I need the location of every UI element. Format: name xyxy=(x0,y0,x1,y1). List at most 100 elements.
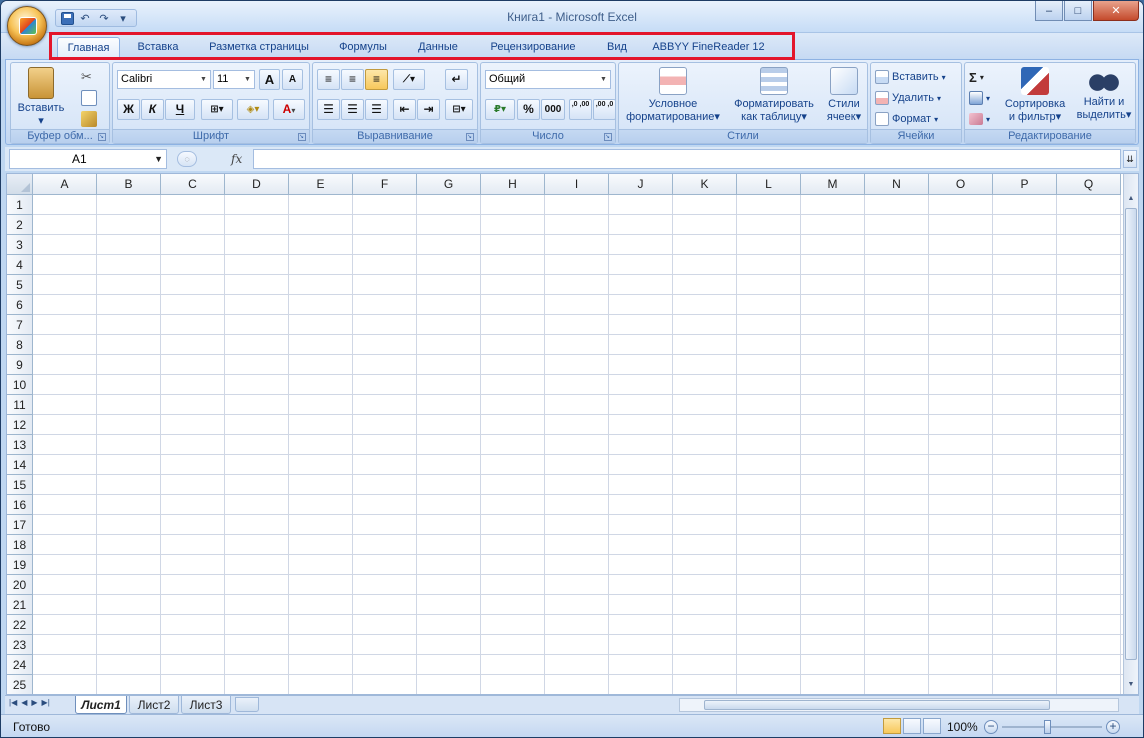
name-box[interactable]: A1 ▼ xyxy=(9,149,167,169)
first-sheet-icon[interactable]: |◀ xyxy=(9,698,17,707)
column-header[interactable]: D xyxy=(225,174,289,195)
column-header[interactable]: E xyxy=(289,174,353,195)
fill-button[interactable]: ▾ xyxy=(969,88,990,108)
row-header[interactable]: 22 xyxy=(7,615,33,635)
row-header[interactable]: 5 xyxy=(7,275,33,295)
row-header[interactable]: 14 xyxy=(7,455,33,475)
find-select-button[interactable]: Найти и выделить▾ xyxy=(1073,67,1135,122)
row-header[interactable]: 21 xyxy=(7,595,33,615)
row-header[interactable]: 3 xyxy=(7,235,33,255)
conditional-formatting-button[interactable]: Условное форматирование▾ xyxy=(621,67,725,124)
column-header[interactable]: B xyxy=(97,174,161,195)
column-header[interactable]: A xyxy=(33,174,97,195)
column-header[interactable]: H xyxy=(481,174,545,195)
italic-button[interactable]: К xyxy=(141,99,164,120)
format-cells-button[interactable]: Формат ▾ xyxy=(875,109,938,129)
fill-color-button[interactable]: ◈▾ xyxy=(237,99,269,120)
paste-button[interactable]: Вставить ▾ xyxy=(17,67,65,128)
decrease-decimal-button[interactable]: ,00 ,0 xyxy=(593,99,616,120)
number-launcher-icon[interactable]: ↘ xyxy=(604,133,612,141)
row-header[interactable]: 11 xyxy=(7,395,33,415)
insert-function-button[interactable]: fx xyxy=(231,152,242,166)
row-header[interactable]: 16 xyxy=(7,495,33,515)
scroll-down-icon[interactable]: ▼ xyxy=(1125,678,1137,692)
scroll-up-icon[interactable]: ▲ xyxy=(1125,192,1137,206)
row-header[interactable]: 20 xyxy=(7,575,33,595)
wrap-text-button[interactable]: ↵ xyxy=(445,69,468,90)
next-sheet-icon[interactable]: ▶ xyxy=(31,698,37,707)
page-layout-view-icon[interactable] xyxy=(903,718,921,734)
row-header[interactable]: 8 xyxy=(7,335,33,355)
column-header[interactable]: C xyxy=(161,174,225,195)
increase-decimal-button[interactable]: ,0 ,00 xyxy=(569,99,592,120)
column-header[interactable]: K xyxy=(673,174,737,195)
minimize-button[interactable]: – xyxy=(1035,1,1063,21)
page-break-view-icon[interactable] xyxy=(923,718,941,734)
borders-button[interactable]: ⊞▾ xyxy=(201,99,233,120)
cut-button[interactable]: ✂ xyxy=(81,67,97,87)
column-header[interactable]: L xyxy=(737,174,801,195)
row-header[interactable]: 13 xyxy=(7,435,33,455)
column-header[interactable]: F xyxy=(353,174,417,195)
vertical-scroll-thumb[interactable] xyxy=(1125,208,1137,660)
zoom-in-icon[interactable]: + xyxy=(1106,720,1120,734)
row-header[interactable]: 1 xyxy=(7,195,33,215)
sort-filter-button[interactable]: Сортировка и фильтр▾ xyxy=(999,67,1071,124)
thousands-button[interactable]: 000 xyxy=(541,99,565,120)
row-header[interactable]: 9 xyxy=(7,355,33,375)
row-header[interactable]: 12 xyxy=(7,415,33,435)
number-format-select[interactable]: Общий ▼ xyxy=(485,70,611,89)
row-header[interactable]: 18 xyxy=(7,535,33,555)
merge-center-button[interactable]: ⊟▾ xyxy=(445,99,473,120)
delete-cells-button[interactable]: Удалить ▾ xyxy=(875,88,941,108)
clipboard-launcher-icon[interactable]: ↘ xyxy=(98,133,106,141)
format-as-table-button[interactable]: Форматировать как таблицу▾ xyxy=(727,67,821,124)
row-header[interactable]: 17 xyxy=(7,515,33,535)
orientation-button[interactable]: ⟋▾ xyxy=(393,69,425,90)
row-header[interactable]: 7 xyxy=(7,315,33,335)
format-painter-button[interactable] xyxy=(81,109,97,129)
row-header[interactable]: 6 xyxy=(7,295,33,315)
expand-formula-bar-icon[interactable]: ⇊ xyxy=(1123,150,1137,168)
align-center-button[interactable]: ☰ xyxy=(341,99,364,120)
column-header[interactable]: N xyxy=(865,174,929,195)
row-header[interactable]: 19 xyxy=(7,555,33,575)
font-color-button[interactable]: A▾ xyxy=(273,99,305,120)
vertical-scrollbar[interactable]: ▲ ▼ xyxy=(1123,174,1138,694)
currency-format-button[interactable]: ₽▾ xyxy=(485,99,515,120)
shrink-font-button[interactable]: A xyxy=(282,69,303,90)
prev-sheet-icon[interactable]: ◀ xyxy=(21,698,27,707)
bold-button[interactable]: Ж xyxy=(117,99,140,120)
zoom-slider[interactable]: − + xyxy=(984,718,1120,736)
office-button[interactable] xyxy=(7,6,47,46)
horizontal-scroll-thumb[interactable] xyxy=(704,700,1050,710)
row-header[interactable]: 23 xyxy=(7,635,33,655)
column-header[interactable]: P xyxy=(993,174,1057,195)
column-header[interactable]: J xyxy=(609,174,673,195)
sheet-tab-3[interactable]: Лист3 xyxy=(181,696,231,714)
zoom-out-icon[interactable]: − xyxy=(984,720,998,734)
formula-cancel-icon[interactable]: ◌ xyxy=(177,151,197,167)
select-all-corner[interactable] xyxy=(7,174,33,195)
zoom-level[interactable]: 100% xyxy=(947,720,978,734)
increase-indent-button[interactable]: ⇥ xyxy=(417,99,440,120)
insert-sheet-icon[interactable] xyxy=(235,697,259,712)
row-header[interactable]: 24 xyxy=(7,655,33,675)
maximize-button[interactable]: □ xyxy=(1064,1,1092,21)
cell-styles-button[interactable]: Стили ячеек▾ xyxy=(821,67,867,124)
column-header[interactable]: G xyxy=(417,174,481,195)
column-header[interactable]: O xyxy=(929,174,993,195)
insert-cells-button[interactable]: Вставить ▾ xyxy=(875,67,946,87)
row-header[interactable]: 4 xyxy=(7,255,33,275)
sheet-tab-2[interactable]: Лист2 xyxy=(129,696,179,714)
underline-button[interactable]: Ч xyxy=(165,99,195,120)
column-header[interactable]: I xyxy=(545,174,609,195)
align-right-button[interactable]: ☰ xyxy=(365,99,388,120)
zoom-thumb[interactable] xyxy=(1044,720,1051,734)
font-name-select[interactable]: Calibri ▼ xyxy=(117,70,211,89)
row-header[interactable]: 15 xyxy=(7,475,33,495)
normal-view-icon[interactable] xyxy=(883,718,901,734)
alignment-launcher-icon[interactable]: ↘ xyxy=(466,133,474,141)
row-header[interactable]: 25 xyxy=(7,675,33,694)
row-header[interactable]: 10 xyxy=(7,375,33,395)
